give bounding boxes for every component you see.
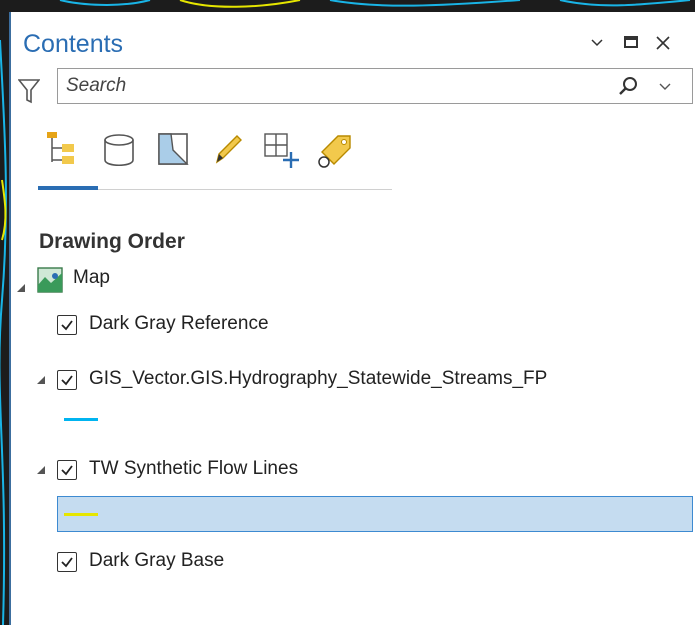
layer-label-statewide-streams[interactable]: GIS_Vector.GIS.Hydrography_Statewide_Str… bbox=[89, 368, 547, 390]
flow-line-symbol[interactable] bbox=[64, 513, 98, 516]
layer-visibility-checkbox[interactable] bbox=[57, 552, 77, 572]
pane-options-chevron-icon[interactable] bbox=[587, 34, 607, 54]
selected-symbol-row[interactable] bbox=[57, 496, 693, 532]
drawing-order-heading: Drawing Order bbox=[39, 230, 185, 253]
map-collapse-icon[interactable] bbox=[17, 284, 25, 292]
search-options-chevron-down-icon[interactable] bbox=[658, 79, 672, 98]
list-by-labeling-icon[interactable] bbox=[314, 130, 354, 170]
layer-collapse-icon[interactable] bbox=[37, 376, 45, 384]
layer-label-tw-synthetic-flow-lines[interactable]: TW Synthetic Flow Lines bbox=[89, 458, 298, 480]
close-icon[interactable] bbox=[653, 34, 673, 54]
map-node-label[interactable]: Map bbox=[73, 267, 110, 289]
list-by-drawing-order-icon[interactable] bbox=[44, 130, 84, 170]
layer-label-dark-gray-base[interactable]: Dark Gray Base bbox=[89, 550, 224, 572]
map-icon bbox=[37, 267, 63, 293]
layer-collapse-icon[interactable] bbox=[37, 466, 45, 474]
search-icon[interactable] bbox=[618, 76, 640, 103]
maximize-icon[interactable] bbox=[621, 34, 641, 54]
layer-visibility-checkbox[interactable] bbox=[57, 315, 77, 335]
filter-icon[interactable] bbox=[17, 78, 41, 109]
layer-visibility-checkbox[interactable] bbox=[57, 460, 77, 480]
pane-title: Contents bbox=[23, 30, 124, 58]
layer-label-dark-gray-reference[interactable]: Dark Gray Reference bbox=[89, 313, 269, 335]
list-by-selection-icon[interactable] bbox=[153, 130, 193, 170]
list-by-editing-icon[interactable] bbox=[207, 130, 247, 170]
search-input[interactable] bbox=[66, 75, 606, 97]
list-by-data-source-icon[interactable] bbox=[99, 130, 139, 170]
active-tab-indicator bbox=[38, 186, 98, 190]
contents-pane: Contents Search Drawing Order Map Dark G… bbox=[9, 12, 695, 625]
stream-line-symbol[interactable] bbox=[64, 418, 98, 421]
search-box bbox=[57, 68, 693, 104]
layer-visibility-checkbox[interactable] bbox=[57, 370, 77, 390]
list-by-snapping-icon[interactable] bbox=[261, 130, 301, 170]
